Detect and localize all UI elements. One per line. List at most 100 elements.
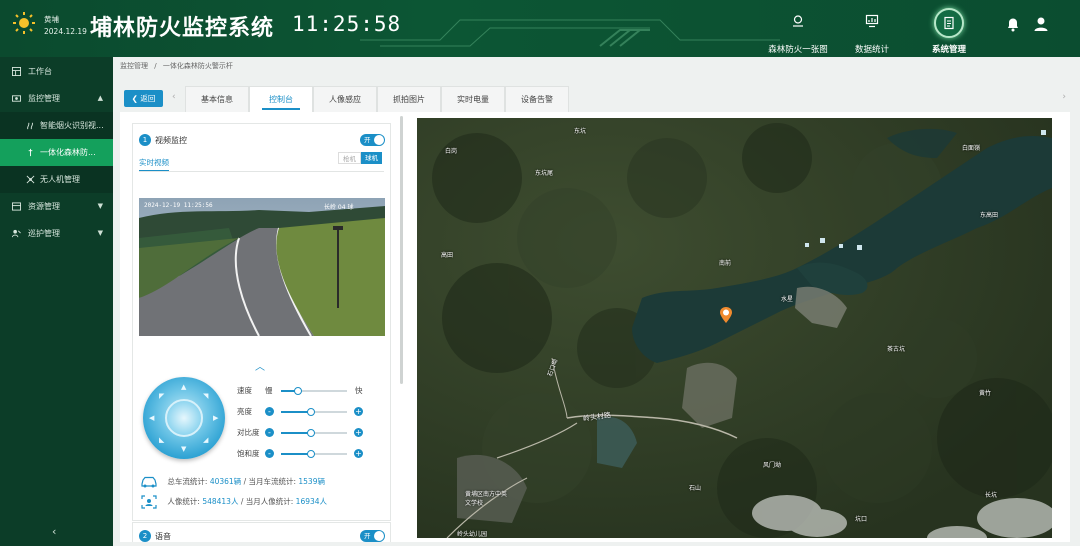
document-icon bbox=[944, 16, 954, 30]
section-number: 1 bbox=[139, 134, 151, 146]
tab-face-sensing[interactable]: 人像感应 bbox=[313, 86, 377, 112]
slider-knob[interactable] bbox=[306, 429, 315, 437]
brightness-slider[interactable]: 亮度 - + bbox=[237, 406, 367, 418]
nav-system-admin[interactable]: 系统管理 bbox=[918, 0, 980, 57]
segment-bullet-cam[interactable]: 枪机 bbox=[338, 152, 361, 164]
sidebar-item-resource-mgmt[interactable]: 资源管理 ▼ bbox=[0, 193, 113, 220]
tab-battery[interactable]: 实时电量 bbox=[441, 86, 505, 112]
saturation-slider[interactable]: 饱和度 - + bbox=[237, 448, 367, 460]
map-label: 东高田 bbox=[980, 212, 999, 219]
satellite-map[interactable]: 东坑 白岗 东坑尾 白面嶺 高田 南前 东高田 水星 茶古坑 黄竹 风门坳 石山… bbox=[417, 118, 1052, 538]
ptz-center-button[interactable] bbox=[165, 399, 203, 437]
breadcrumb: 监控管理 / 一体化森林防火警示杆 bbox=[120, 61, 237, 71]
ptz-up-left-icon[interactable]: ◤ bbox=[159, 392, 164, 400]
increase-icon[interactable]: + bbox=[354, 407, 363, 416]
car-icon bbox=[141, 476, 157, 488]
sidebar-item-label: 监控管理 bbox=[28, 94, 60, 103]
clock: 11:25:58 bbox=[292, 12, 402, 36]
video-toggle[interactable]: 开 bbox=[360, 134, 385, 146]
slider-label: 速度 bbox=[237, 386, 252, 395]
ptz-up-icon[interactable]: ▲ bbox=[181, 383, 186, 391]
video-timestamp: 2024-12-19 11:25:56 bbox=[144, 202, 213, 209]
segment-dome-cam[interactable]: 球机 bbox=[361, 152, 382, 164]
slider-knob[interactable] bbox=[306, 450, 315, 458]
nav-data-stats-label: 数据统计 bbox=[854, 45, 889, 55]
sidebar-item-workbench[interactable]: 工作台 bbox=[0, 58, 113, 85]
voice-section: 2 语音 开 bbox=[132, 522, 391, 542]
sidebar-item-label: 一体化森林防... bbox=[40, 148, 96, 157]
ptz-control-pad[interactable]: ▲ ▼ ◀ ▶ ◤ ◥ ◣ ◢ bbox=[143, 377, 225, 459]
collapse-sidebar-icon[interactable]: ‹ bbox=[52, 525, 56, 538]
map-label-school: 黄埔区南方中英文学校 bbox=[465, 491, 508, 507]
decrease-icon[interactable]: - bbox=[265, 407, 274, 416]
nav-forest-map[interactable]: 森林防火一张图 bbox=[760, 0, 836, 57]
sidebar-item-drone-mgmt[interactable]: 无人机管理 bbox=[0, 166, 113, 193]
breadcrumb-item[interactable]: 监控管理 bbox=[120, 62, 148, 70]
tab-console[interactable]: 控制台 bbox=[249, 86, 313, 112]
breadcrumb-separator: / bbox=[154, 62, 157, 70]
vehicle-total-label: 总车流统计: bbox=[167, 477, 208, 486]
section-title-video: 视频监控 bbox=[155, 136, 187, 145]
tab-scroll-left-icon[interactable]: ‹ bbox=[172, 92, 176, 102]
back-button[interactable]: ❮ 返回 bbox=[124, 90, 163, 107]
sidebar-item-label: 巡护管理 bbox=[28, 229, 60, 238]
bell-icon[interactable] bbox=[1006, 16, 1020, 32]
panel-scrollbar[interactable] bbox=[400, 116, 403, 384]
vehicle-stats: 总车流统计: 40361辆 / 当月车流统计: 1539辆 bbox=[141, 476, 325, 488]
sidebar-item-forest-pole[interactable]: 一体化森林防... bbox=[0, 139, 113, 166]
patrol-icon bbox=[12, 229, 21, 238]
decrease-icon[interactable]: - bbox=[265, 428, 274, 437]
decrease-icon[interactable]: - bbox=[265, 449, 274, 458]
chevron-up-icon[interactable]: ︿ bbox=[255, 358, 265, 373]
sidebar-item-patrol-mgmt[interactable]: 巡护管理 ▼ bbox=[0, 220, 113, 247]
slider-knob[interactable] bbox=[293, 387, 302, 395]
increase-icon[interactable]: + bbox=[354, 428, 363, 437]
vehicle-month-label: / 当月车流统计: bbox=[243, 477, 296, 486]
sidebar-item-monitor-mgmt[interactable]: 监控管理 ▲ bbox=[0, 85, 113, 112]
chevron-down-icon: ▼ bbox=[97, 229, 103, 237]
nav-system-admin-label: 系统管理 bbox=[931, 45, 966, 55]
section-number: 2 bbox=[139, 530, 151, 542]
satellite-image bbox=[417, 118, 1052, 538]
back-button-label: 返回 bbox=[140, 94, 156, 103]
map-label: 白面嶺 bbox=[962, 145, 981, 152]
sidebar-item-label: 无人机管理 bbox=[40, 175, 80, 184]
tab-device-alarm[interactable]: 设备告警 bbox=[505, 86, 569, 112]
nav-data-stats[interactable]: 数据统计 bbox=[842, 0, 902, 57]
tab-basic-info[interactable]: 基本信息 bbox=[185, 86, 249, 112]
slider-min-label: 慢 bbox=[265, 386, 273, 395]
map-label: 坑口 bbox=[855, 516, 868, 523]
ptz-up-right-icon[interactable]: ◥ bbox=[203, 392, 208, 400]
voice-toggle[interactable]: 开 bbox=[360, 530, 385, 542]
user-icon[interactable] bbox=[1033, 16, 1049, 32]
drone-icon bbox=[26, 175, 35, 184]
ptz-down-left-icon[interactable]: ◣ bbox=[159, 436, 164, 444]
slider-track[interactable] bbox=[281, 450, 347, 458]
ptz-down-right-icon[interactable]: ◢ bbox=[203, 436, 208, 444]
device-location-marker-icon[interactable] bbox=[719, 306, 733, 324]
slider-track[interactable] bbox=[281, 408, 347, 416]
map-label: 茶古坑 bbox=[887, 346, 906, 353]
divider bbox=[139, 171, 384, 172]
speed-slider[interactable]: 速度 慢 快 bbox=[237, 385, 367, 397]
tab-snapshots[interactable]: 抓拍图片 bbox=[377, 86, 441, 112]
sidebar: 工作台 监控管理 ▲ 智能烟火识别视... 一体化森林防... 无人机管理 资源… bbox=[0, 57, 113, 546]
vehicle-total-value: 40361辆 bbox=[209, 477, 242, 486]
ptz-left-icon[interactable]: ◀ bbox=[149, 414, 154, 422]
slider-knob[interactable] bbox=[306, 408, 315, 416]
chevron-down-icon: ▼ bbox=[97, 202, 103, 210]
ptz-down-icon[interactable]: ▼ bbox=[181, 445, 186, 453]
slider-track[interactable] bbox=[281, 429, 347, 437]
slider-track[interactable] bbox=[281, 387, 347, 395]
sidebar-item-smoke-recognition[interactable]: 智能烟火识别视... bbox=[0, 112, 113, 139]
slider-label: 对比度 bbox=[237, 428, 260, 437]
control-card: 1 视频监控 开 实时视频 枪机 球机 2024-12-19 11:25:56 … bbox=[132, 123, 391, 521]
tab-scroll-right-icon[interactable]: › bbox=[1062, 92, 1066, 102]
ptz-right-icon[interactable]: ▶ bbox=[213, 414, 218, 422]
subtab-live-video[interactable]: 实时视频 bbox=[139, 157, 169, 172]
smoke-icon bbox=[27, 122, 33, 130]
contrast-slider[interactable]: 对比度 - + bbox=[237, 427, 367, 439]
grid-icon bbox=[12, 67, 21, 76]
content-panel: 1 视频监控 开 实时视频 枪机 球机 2024-12-19 11:25:56 … bbox=[120, 112, 1070, 542]
increase-icon[interactable]: + bbox=[354, 449, 363, 458]
